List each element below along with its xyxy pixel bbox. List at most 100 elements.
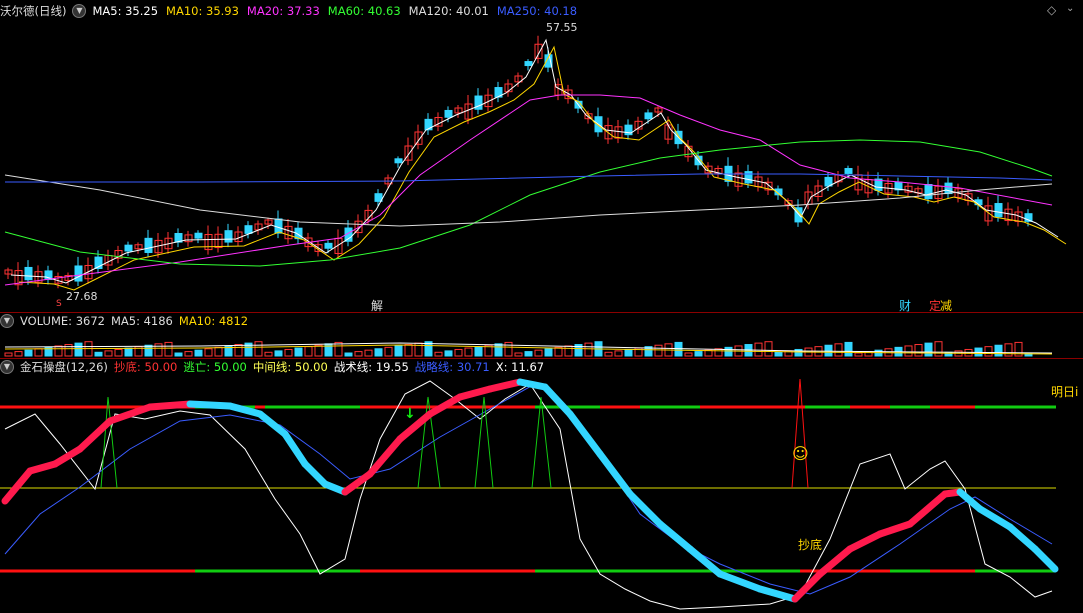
volume-bar bbox=[654, 344, 663, 357]
volume-bar bbox=[354, 351, 363, 357]
volume-bar bbox=[564, 345, 573, 357]
zhanshu-value: 战术线: 19.55 bbox=[333, 360, 409, 374]
volume-bar bbox=[254, 341, 263, 357]
volume-bar bbox=[204, 348, 213, 357]
volume-bar bbox=[524, 351, 533, 357]
volume-bar bbox=[504, 341, 513, 357]
volume-bar bbox=[34, 348, 43, 357]
ma10-line bbox=[18, 45, 1067, 291]
candle bbox=[324, 242, 333, 249]
ma-indicator-1: MA10: 35.93 bbox=[166, 4, 239, 18]
diamond-icon[interactable]: ◇ bbox=[1047, 3, 1056, 17]
candle bbox=[924, 184, 933, 200]
volume-bar bbox=[514, 352, 523, 357]
volume-bar bbox=[774, 351, 783, 357]
volume-bar bbox=[74, 342, 83, 357]
volume-bar bbox=[184, 351, 193, 357]
zhanshu-ribbon bbox=[756, 585, 799, 603]
volume-bar bbox=[194, 349, 203, 357]
ma-indicator-0: MA5: 35.25 bbox=[92, 4, 159, 18]
volume-bar bbox=[924, 342, 933, 357]
volume-bar bbox=[174, 352, 183, 357]
chevron-down-icon[interactable]: ⌄ bbox=[1066, 3, 1074, 14]
zhanshu-ribbon bbox=[516, 378, 549, 391]
zhanshu-ribbon bbox=[486, 378, 524, 393]
volume-bar bbox=[234, 344, 243, 357]
zhanshu-ribbon bbox=[541, 383, 574, 418]
volume-bar bbox=[274, 350, 283, 357]
volume-bar bbox=[384, 346, 393, 357]
green-peak bbox=[100, 396, 118, 489]
zhanshu-ribbon bbox=[876, 520, 914, 538]
volume-bar bbox=[104, 350, 113, 357]
ma-indicator-4: MA120: 40.01 bbox=[408, 4, 489, 18]
volume-bar bbox=[344, 352, 353, 357]
volume-bar bbox=[164, 341, 173, 357]
zhanshu-ribbon bbox=[1031, 545, 1059, 573]
volume-bar bbox=[584, 342, 593, 357]
zhanshu-ribbon bbox=[906, 490, 949, 528]
volume-bar bbox=[764, 341, 773, 357]
volume-bar bbox=[154, 343, 163, 357]
right-note: 明日i bbox=[1051, 385, 1079, 399]
volume-bar bbox=[314, 344, 323, 357]
zhanshu-ribbon bbox=[301, 460, 329, 488]
marker-cai: 财 bbox=[899, 299, 912, 313]
volume-bar bbox=[474, 346, 483, 357]
volume-bar bbox=[54, 345, 63, 357]
candle bbox=[944, 182, 953, 195]
volume-bar bbox=[374, 348, 383, 357]
zhanshu-ribbon bbox=[51, 445, 84, 468]
indicator-chart[interactable] bbox=[0, 359, 1083, 613]
volume-bar bbox=[454, 348, 463, 357]
volume-bar bbox=[214, 346, 223, 357]
volume-ma10: MA10: 4812 bbox=[178, 314, 249, 328]
stock-title: 沃尔德(日线) bbox=[0, 4, 67, 18]
volume-bar bbox=[694, 351, 703, 357]
candle bbox=[224, 230, 233, 243]
zhanshu-ribbon bbox=[1006, 523, 1039, 553]
candle bbox=[144, 237, 153, 253]
zhanshu-ribbon bbox=[566, 410, 604, 458]
taowang-value: 逃亡: 50.00 bbox=[183, 360, 247, 374]
chaodi-value: 抄底: 50.00 bbox=[113, 360, 178, 374]
candle bbox=[24, 266, 33, 281]
volume-bar bbox=[844, 341, 853, 357]
price-chart[interactable] bbox=[0, 0, 1083, 312]
volume-bar bbox=[304, 346, 313, 357]
chevron-down-icon[interactable]: ▼ bbox=[72, 4, 87, 18]
volume-bar bbox=[834, 343, 843, 357]
volume-bar bbox=[854, 352, 863, 357]
chaodi-annotation: 抄底 bbox=[798, 538, 823, 552]
candle bbox=[244, 225, 253, 234]
candle bbox=[444, 109, 453, 118]
high-price-label: 57.55 bbox=[546, 21, 578, 34]
volume-bar bbox=[24, 349, 33, 357]
volume-bar bbox=[544, 348, 553, 357]
volume-bar bbox=[294, 347, 303, 357]
zhanshu-ribbon bbox=[186, 400, 234, 410]
volume-bar bbox=[914, 344, 923, 357]
candle bbox=[194, 232, 203, 239]
volume-bar bbox=[144, 344, 153, 357]
chevron-down-icon[interactable]: ▼ bbox=[0, 360, 14, 374]
volume-bar bbox=[434, 351, 443, 357]
candle bbox=[644, 112, 653, 120]
volume-bar bbox=[284, 348, 293, 357]
marker-jie: 解 bbox=[371, 299, 384, 313]
smiley-icon: ☺ bbox=[792, 444, 809, 463]
volume-bar bbox=[444, 350, 453, 357]
volume-bar bbox=[674, 341, 683, 357]
volume-bar bbox=[364, 349, 373, 357]
marker-jian: 减 bbox=[940, 299, 953, 313]
ma250-line bbox=[5, 173, 1053, 183]
volume-bar bbox=[904, 345, 913, 357]
chevron-down-icon[interactable]: ▼ bbox=[0, 314, 14, 328]
volume-ma5: MA5: 4186 bbox=[110, 314, 173, 328]
candle bbox=[844, 168, 853, 174]
ma-indicator-5: MA250: 40.18 bbox=[496, 4, 578, 18]
candle bbox=[744, 171, 753, 184]
volume-bar bbox=[684, 352, 693, 357]
x-value: X: 11.67 bbox=[495, 360, 545, 374]
down-arrow-icon: ↓ bbox=[404, 406, 416, 422]
